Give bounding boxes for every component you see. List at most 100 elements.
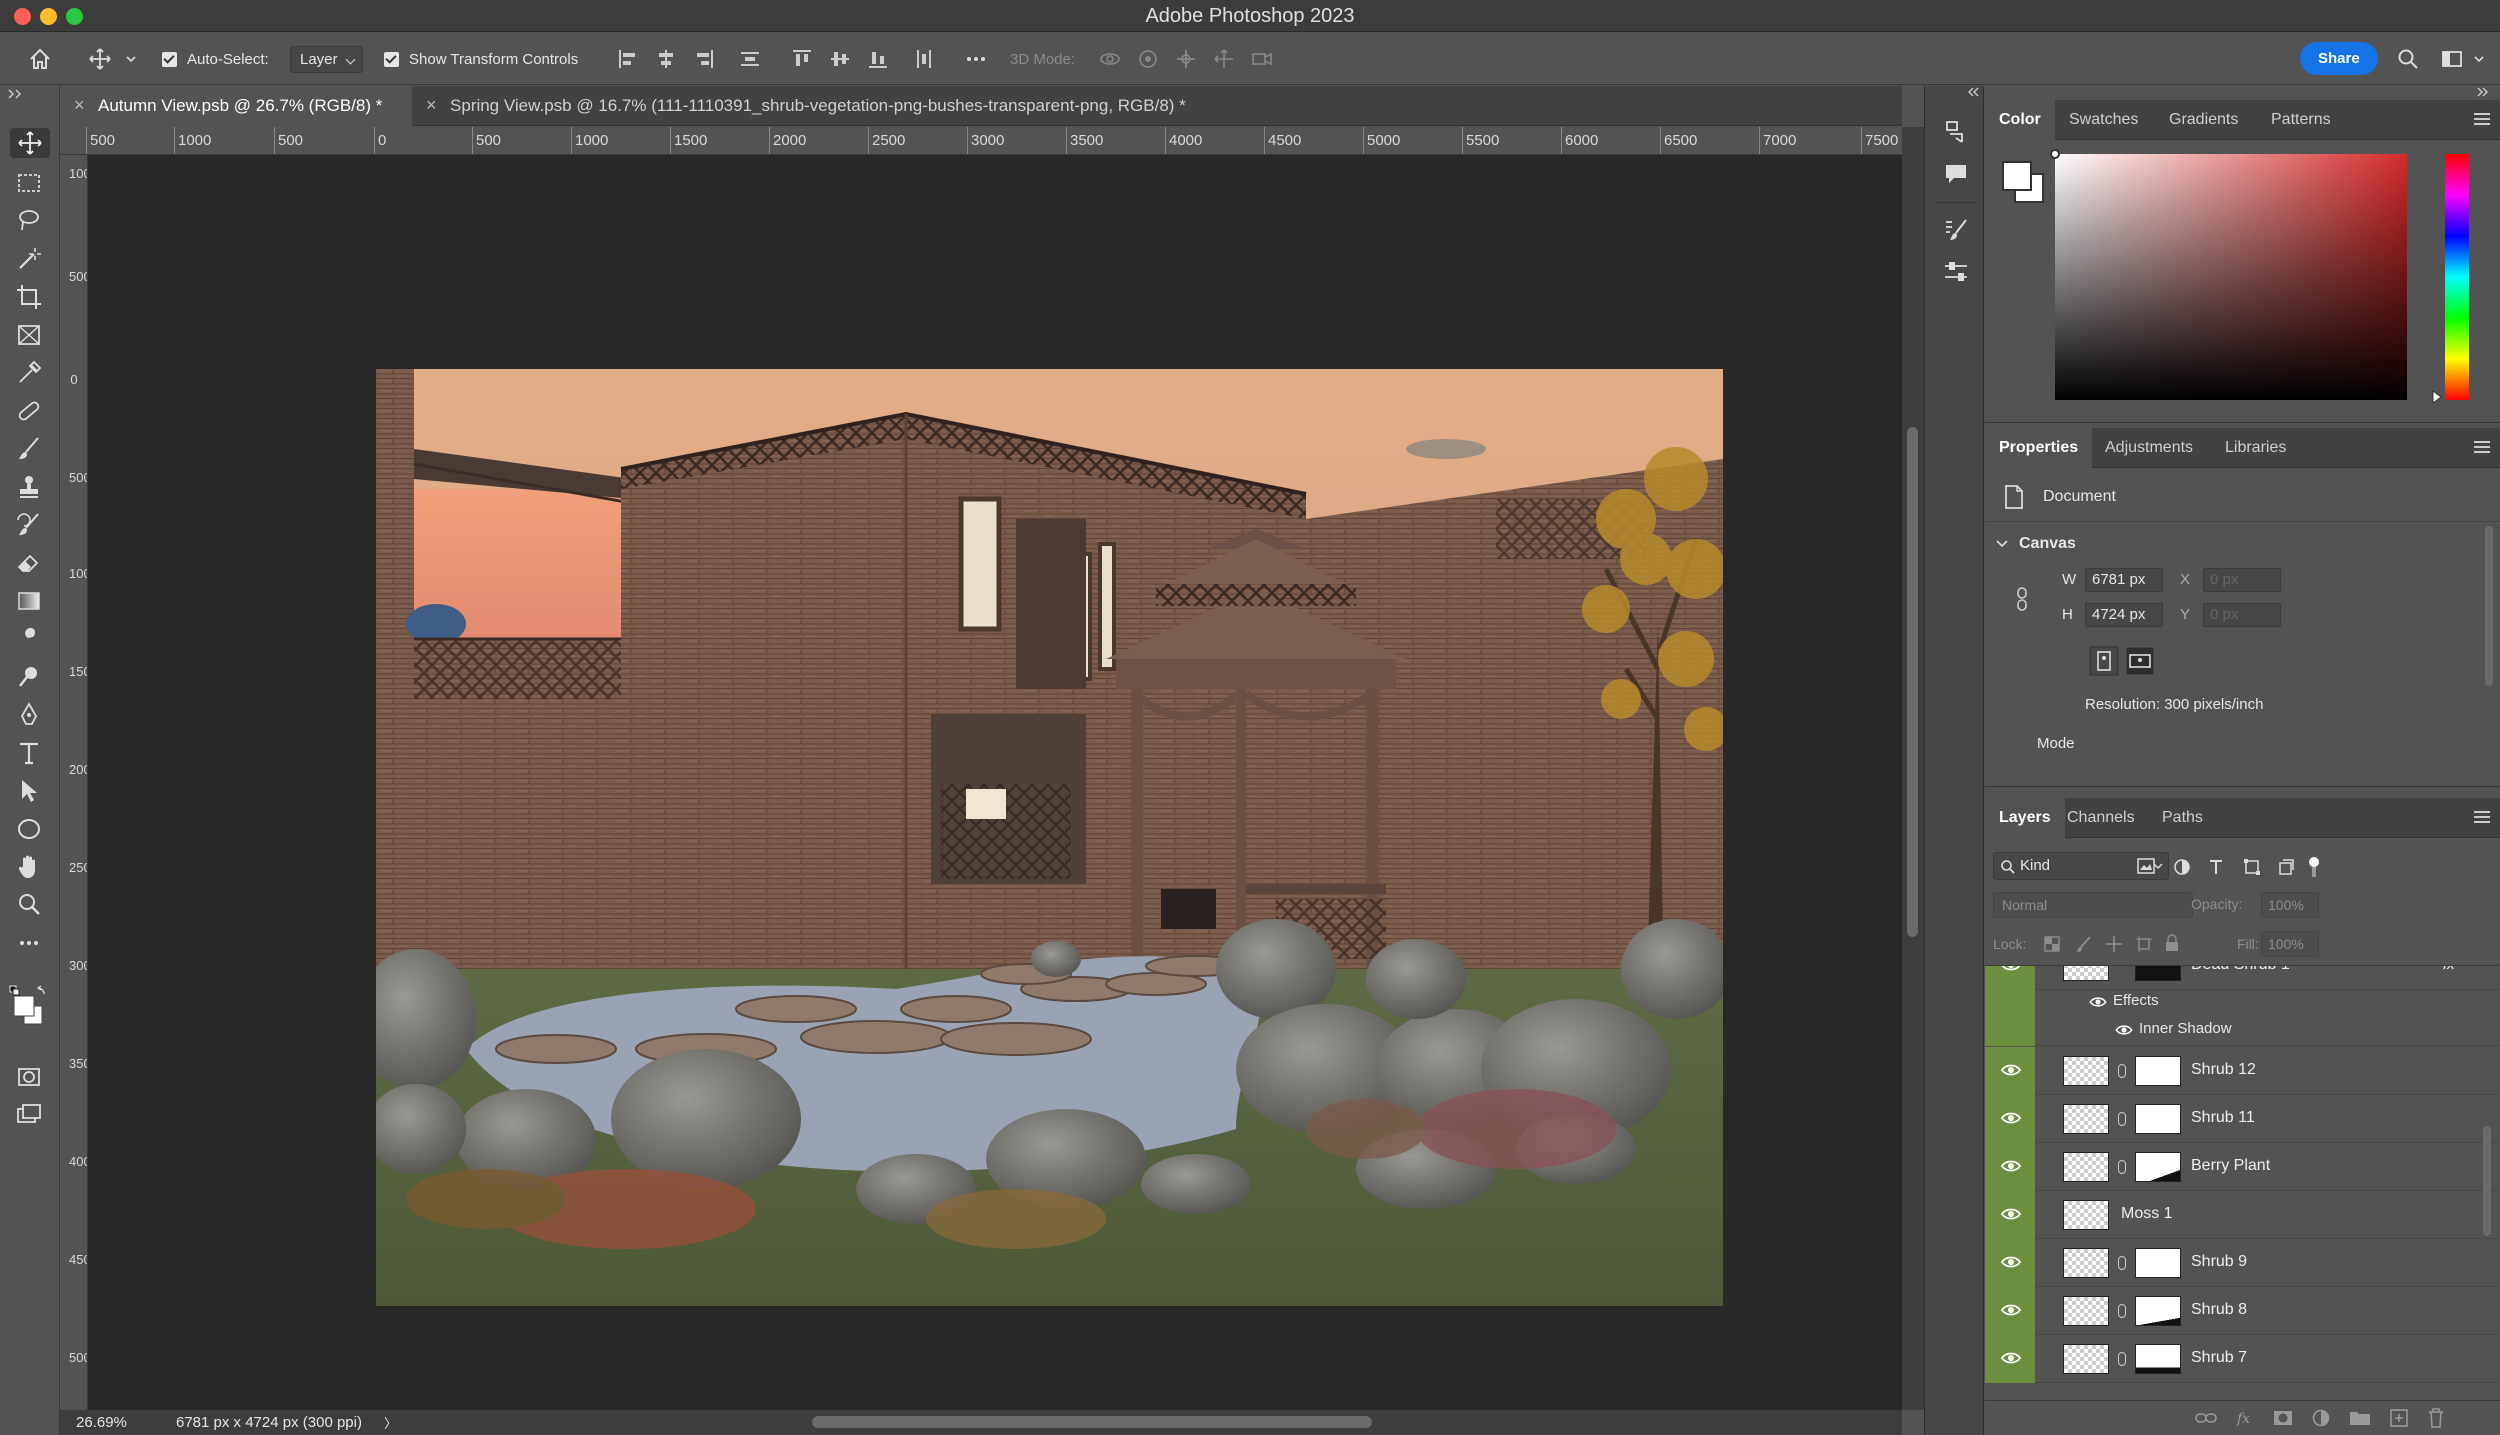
horizontal-ruler[interactable]: 500 1000 500 0 500 1000 1500 2000 2500 3… bbox=[60, 127, 1902, 155]
filter-toggle-icon[interactable] bbox=[2307, 856, 2321, 878]
3d-video-camera-icon[interactable] bbox=[1250, 47, 1274, 71]
more-options-icon[interactable] bbox=[964, 47, 988, 71]
layer-row-dead-shrub[interactable]: Dead Shrub 1 fx bbox=[1985, 966, 2500, 990]
align-bottom-icon[interactable] bbox=[866, 47, 890, 71]
blur-tool[interactable] bbox=[14, 624, 44, 654]
screen-mode-button[interactable] bbox=[14, 1100, 44, 1130]
panel-menu-icon[interactable] bbox=[2474, 441, 2490, 456]
quick-mask-button[interactable] bbox=[14, 1062, 44, 1092]
mask-link-icon[interactable] bbox=[2118, 1256, 2126, 1270]
frame-tool[interactable] bbox=[14, 320, 44, 350]
hand-tool[interactable] bbox=[14, 852, 44, 882]
blend-mode-dropdown[interactable]: Normal bbox=[1993, 892, 2193, 918]
close-tab-icon[interactable]: × bbox=[74, 95, 85, 116]
workspace-chevron-down-icon[interactable] bbox=[2472, 47, 2486, 71]
link-proportions-icon[interactable] bbox=[2015, 586, 2029, 612]
hue-slider-handle-icon[interactable] bbox=[2431, 390, 2443, 404]
checkbox-checked-icon[interactable] bbox=[162, 51, 177, 67]
eye-icon[interactable] bbox=[2115, 1024, 2133, 1036]
canvas-x-input[interactable]: 0 px bbox=[2203, 568, 2281, 592]
eye-icon[interactable] bbox=[2001, 1063, 2021, 1077]
distribute-horizontal-icon[interactable] bbox=[912, 47, 936, 71]
eraser-tool[interactable] bbox=[14, 548, 44, 578]
eye-icon[interactable] bbox=[2001, 1351, 2021, 1365]
layer-list[interactable]: Dead Shrub 1 fx Effects Inner Shadow Shr… bbox=[1985, 966, 2500, 1386]
lock-artboard-icon[interactable] bbox=[2135, 935, 2153, 953]
vertical-scroll-thumb[interactable] bbox=[1907, 427, 1918, 937]
lock-position-icon[interactable] bbox=[2105, 935, 2123, 953]
3d-slide-icon[interactable] bbox=[1212, 47, 1236, 71]
pen-tool[interactable] bbox=[14, 700, 44, 730]
fg-bg-color-swatches[interactable] bbox=[1999, 158, 2047, 206]
history-panel-icon[interactable] bbox=[1942, 118, 1970, 146]
lock-all-icon[interactable] bbox=[2163, 933, 2181, 953]
mask-link-icon[interactable] bbox=[2118, 1112, 2126, 1126]
foreground-background-swatches[interactable] bbox=[8, 984, 50, 1026]
eye-icon[interactable] bbox=[2001, 1111, 2021, 1125]
fill-input[interactable]: 100% bbox=[2261, 931, 2319, 957]
layer-mask-thumbnail[interactable] bbox=[2135, 966, 2181, 981]
adjustment-layer-filter-icon[interactable] bbox=[2173, 858, 2191, 876]
path-selection-tool[interactable] bbox=[14, 776, 44, 806]
properties-scrollbar[interactable] bbox=[2485, 526, 2493, 686]
layer-mask-thumbnail[interactable] bbox=[2135, 1248, 2181, 1278]
auto-select-checkbox[interactable]: Auto-Select: bbox=[162, 33, 269, 85]
vertical-scrollbar[interactable] bbox=[1902, 127, 1924, 1410]
canvas-width-input[interactable]: 6781 px bbox=[2085, 568, 2163, 592]
color-picker-handle[interactable] bbox=[2050, 149, 2060, 159]
ellipse-tool[interactable] bbox=[14, 814, 44, 844]
search-icon[interactable] bbox=[2396, 47, 2420, 71]
landscape-orientation-icon[interactable] bbox=[2125, 646, 2155, 676]
smart-object-filter-icon[interactable] bbox=[2277, 858, 2295, 876]
show-transform-controls-checkbox[interactable]: Show Transform Controls bbox=[384, 33, 578, 85]
lock-image-pixels-icon[interactable] bbox=[2075, 935, 2093, 953]
healing-brush-tool[interactable] bbox=[14, 396, 44, 426]
document-canvas[interactable] bbox=[376, 369, 1723, 1306]
checkbox-checked-icon[interactable] bbox=[384, 51, 399, 67]
align-right-icon[interactable] bbox=[692, 47, 716, 71]
horizontal-scroll-thumb[interactable] bbox=[812, 1416, 1372, 1428]
layers-scrollbar-thumb[interactable] bbox=[2483, 1126, 2491, 1236]
pixel-layer-filter-icon[interactable] bbox=[2137, 858, 2155, 874]
tab-color[interactable]: Color bbox=[1985, 100, 2055, 140]
align-left-icon[interactable] bbox=[616, 47, 640, 71]
lock-transparent-pixels-icon[interactable] bbox=[2043, 935, 2061, 953]
3d-pan-icon[interactable] bbox=[1174, 47, 1198, 71]
hue-slider[interactable] bbox=[2432, 154, 2469, 404]
layer-mask-thumbnail[interactable] bbox=[2135, 1056, 2181, 1086]
edit-toolbar-button[interactable] bbox=[14, 928, 44, 958]
brush-settings-icon[interactable] bbox=[1942, 216, 1970, 244]
marquee-tool[interactable] bbox=[14, 168, 44, 198]
layer-row[interactable]: Shrub 12 bbox=[1985, 1047, 2500, 1095]
new-layer-icon[interactable] bbox=[2389, 1408, 2409, 1428]
mask-link-icon[interactable] bbox=[2118, 1160, 2126, 1174]
add-layer-mask-icon[interactable] bbox=[2273, 1409, 2293, 1427]
canvas-height-input[interactable]: 4724 px bbox=[2085, 603, 2163, 627]
tab-patterns[interactable]: Patterns bbox=[2257, 100, 2345, 140]
opacity-input[interactable]: 100% bbox=[2261, 892, 2319, 918]
effects-label[interactable]: Effects bbox=[2113, 992, 2159, 1009]
inner-shadow-effect[interactable]: Inner Shadow bbox=[2139, 1020, 2232, 1037]
layer-row[interactable]: Shrub 7 bbox=[1985, 1335, 2500, 1383]
share-button[interactable]: Share bbox=[2300, 41, 2378, 75]
canvas-y-input[interactable]: 0 px bbox=[2203, 603, 2281, 627]
3d-orbit-icon[interactable] bbox=[1098, 47, 1122, 71]
new-adjustment-layer-icon[interactable] bbox=[2311, 1408, 2331, 1428]
align-middle-vertical-icon[interactable] bbox=[828, 47, 852, 71]
tab-swatches[interactable]: Swatches bbox=[2055, 100, 2152, 140]
close-tab-icon[interactable]: × bbox=[426, 95, 437, 116]
portrait-orientation-icon[interactable] bbox=[2089, 646, 2119, 676]
tab-autumn-view[interactable]: × Autumn View.psb @ 26.7% (RGB/8) * bbox=[60, 86, 412, 126]
mask-link-icon[interactable] bbox=[2118, 1304, 2126, 1318]
tab-libraries[interactable]: Libraries bbox=[2211, 428, 2300, 468]
dodge-tool[interactable] bbox=[14, 662, 44, 692]
add-layer-style-fx-icon[interactable]: fx bbox=[2235, 1408, 2255, 1428]
chevron-down-icon[interactable] bbox=[124, 47, 138, 71]
comments-panel-icon[interactable] bbox=[1942, 160, 1970, 188]
distribute-vertical-icon[interactable] bbox=[738, 47, 762, 71]
align-top-icon[interactable] bbox=[790, 47, 814, 71]
type-layer-filter-icon[interactable] bbox=[2207, 858, 2225, 876]
status-menu-arrow[interactable]: 〉 bbox=[384, 1413, 397, 1432]
tab-paths[interactable]: Paths bbox=[2148, 798, 2217, 838]
color-saturation-field[interactable] bbox=[2050, 149, 2407, 400]
